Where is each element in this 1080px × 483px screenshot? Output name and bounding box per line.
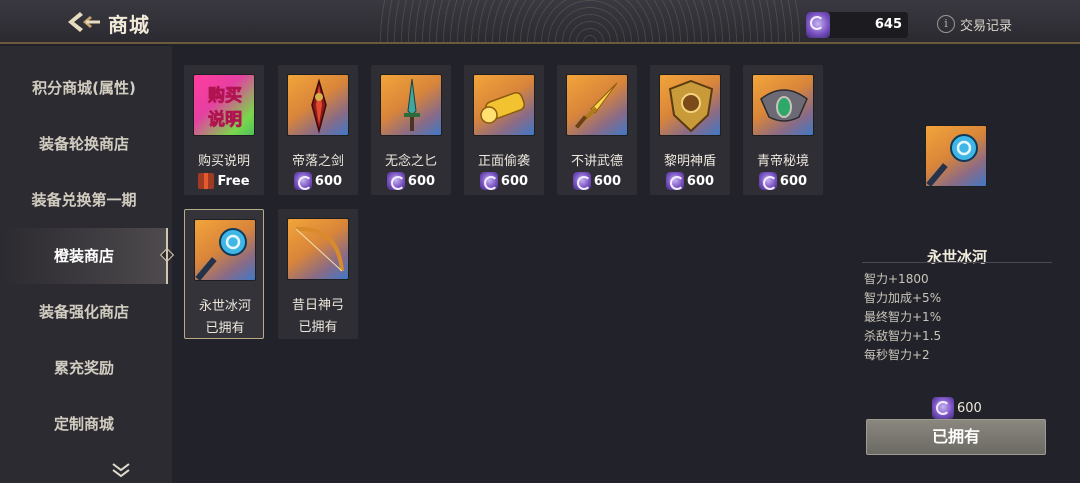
gem-currency-icon	[479, 172, 498, 190]
info-icon: i	[937, 15, 955, 33]
sidebar-item-enhance-shop[interactable]: 装备强化商店	[0, 284, 168, 340]
currency-amount: 645	[874, 17, 902, 32]
gem-currency-icon	[572, 172, 591, 190]
item-name: 永世冰河	[198, 299, 251, 314]
page-title: 商城	[108, 13, 150, 37]
shop-item-sword[interactable]: 帝落之剑 600	[278, 65, 358, 195]
ice-staff-icon	[194, 219, 256, 281]
bow-icon	[287, 218, 349, 280]
dagger-icon	[380, 74, 442, 136]
trade-log-button[interactable]: i 交易记录	[937, 14, 1012, 34]
owned-status: 已拥有	[205, 321, 245, 336]
sidebar-item-equipment-rotation[interactable]: 装备轮换商店	[0, 116, 168, 172]
item-price: 600	[371, 172, 451, 190]
price-value: 600	[500, 173, 529, 189]
price-value: 600	[779, 173, 808, 189]
top-bar: 商城 645 i 交易记录	[0, 0, 1080, 44]
item-price: 600	[278, 172, 358, 190]
item-price: Free	[184, 172, 264, 190]
buy-instructions-icon: 购买 说明	[193, 74, 255, 136]
sidebar-item-custom-mall[interactable]: 定制商城	[0, 396, 168, 452]
detail-stat: 每秒智力+2	[864, 348, 930, 362]
trade-log-label: 交易记录	[960, 18, 1013, 34]
detail-stat: 智力+1800	[864, 272, 929, 286]
detail-stat: 最终智力+1%	[864, 310, 942, 324]
item-price: 600	[464, 172, 544, 190]
item-name: 昔日神弓	[291, 298, 344, 313]
price-value: 600	[686, 173, 715, 189]
owned-status: 已拥有	[298, 320, 338, 335]
shop-item-shield[interactable]: 黎明神盾 600	[650, 65, 730, 195]
item-price: 600	[557, 172, 637, 190]
thumb-text-line2: 说明	[208, 109, 242, 130]
item-price: 600	[743, 172, 823, 190]
scroll-down-chevron-icon[interactable]	[110, 462, 132, 478]
detail-price-value: 600	[957, 400, 982, 416]
shop-item-amulet[interactable]: 青帝秘境 600	[743, 65, 823, 195]
category-sidebar: 积分商城(属性) 装备轮换商店 装备兑换第一期 橙装商店 装备强化商店 累充奖励…	[0, 46, 175, 483]
shop-item-golden-blade[interactable]: 不讲武德 600	[557, 65, 637, 195]
gem-currency-icon	[293, 172, 312, 190]
shop-item-golden-cannon[interactable]: 正面偷袭 600	[464, 65, 544, 195]
price-value: Free	[217, 173, 250, 189]
active-indicator-icon	[159, 247, 175, 263]
amulet-icon	[752, 74, 814, 136]
gem-currency-icon	[932, 397, 954, 419]
item-name: 不讲武德	[570, 154, 623, 169]
item-name: 黎明神盾	[663, 154, 716, 169]
detail-item-name: 永世冰河	[926, 248, 987, 266]
shop-item-ice-staff[interactable]: 永世冰河 已拥有	[184, 209, 264, 339]
item-name: 青帝秘境	[756, 154, 809, 169]
price-value: 600	[314, 173, 343, 189]
sidebar-item-points-mall[interactable]: 积分商城(属性)	[0, 60, 168, 116]
item-name: 无念之匕	[384, 154, 437, 169]
currency-display: 645	[806, 12, 908, 38]
price-value: 600	[593, 173, 622, 189]
item-name: 正面偷袭	[477, 154, 530, 169]
sidebar-item-recharge-reward[interactable]: 累充奖励	[0, 340, 168, 396]
detail-price: 600	[932, 397, 982, 419]
owned-button[interactable]: 已拥有	[866, 419, 1046, 455]
thumb-text-line1: 购买	[208, 85, 242, 106]
gift-icon	[198, 173, 215, 189]
item-name: 购买说明	[197, 154, 250, 169]
shield-icon	[659, 74, 721, 136]
sidebar-item-label: 橙装商店	[53, 247, 114, 265]
detail-stat: 杀敌智力+1.5	[864, 329, 942, 343]
item-price: 600	[650, 172, 730, 190]
shop-item-dagger[interactable]: 无念之匕 600	[371, 65, 451, 195]
back-arrow-icon	[68, 12, 100, 32]
shop-item-bow[interactable]: 昔日神弓 已拥有	[278, 209, 358, 339]
golden-cannon-icon	[473, 74, 535, 136]
item-name: 帝落之剑	[291, 154, 344, 169]
shop-item-buy-instructions[interactable]: 购买 说明 购买说明 Free	[184, 65, 264, 195]
gem-currency-icon	[758, 172, 777, 190]
gem-currency-icon	[386, 172, 405, 190]
price-value: 600	[407, 173, 436, 189]
detail-divider	[862, 262, 1052, 263]
golden-blade-icon	[566, 74, 628, 136]
detail-stat: 智力加成+5%	[864, 291, 942, 305]
header-pattern	[380, 0, 800, 42]
detail-ice-staff-icon	[925, 125, 987, 187]
sword-icon	[287, 74, 349, 136]
gem-currency-icon	[665, 172, 684, 190]
sidebar-item-equipment-exchange[interactable]: 装备兑换第一期	[0, 172, 168, 228]
sidebar-item-orange-gear-shop[interactable]: 橙装商店	[0, 228, 175, 284]
currency-gem-icon	[806, 12, 830, 38]
back-button[interactable]	[66, 10, 102, 34]
